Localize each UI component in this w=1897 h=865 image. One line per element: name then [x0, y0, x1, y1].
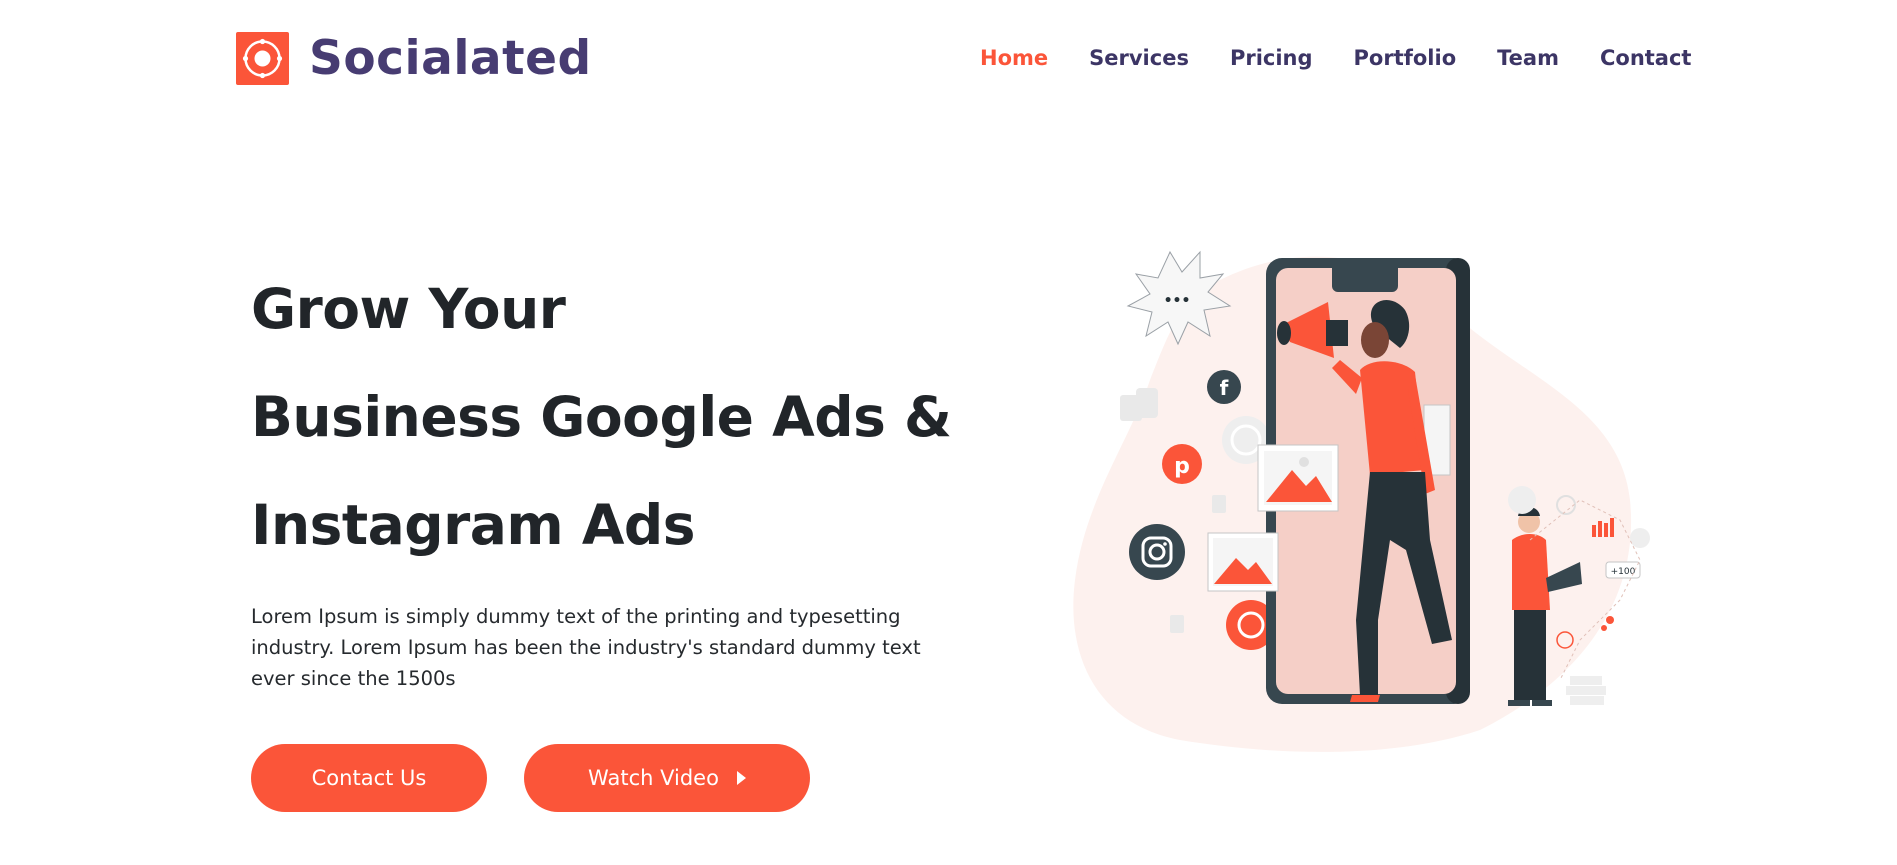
watch-video-button[interactable]: Watch Video — [524, 744, 810, 812]
hero-title-line: Business Google Ads & — [251, 385, 952, 449]
nav-item-pricing[interactable]: Pricing — [1230, 44, 1313, 72]
nav-item-portfolio[interactable]: Portfolio — [1354, 44, 1457, 72]
landing-page: Socialated Home Services Pricing Portfol… — [0, 0, 1897, 865]
pinterest-icon: p — [1162, 444, 1202, 484]
contact-us-button[interactable]: Contact Us — [251, 744, 487, 812]
hero-title-line: Instagram Ads — [251, 493, 696, 557]
image-card-icon — [1257, 444, 1339, 512]
svg-text:f: f — [1220, 376, 1229, 400]
nav-item-contact[interactable]: Contact — [1600, 44, 1692, 72]
nav-item-home[interactable]: Home — [980, 44, 1048, 72]
nav-item-team[interactable]: Team — [1497, 44, 1559, 72]
facebook-icon: f — [1207, 370, 1241, 404]
speech-bubble-text: ••• — [1164, 293, 1191, 309]
dot-icon — [1606, 616, 1614, 624]
dot-icon — [1601, 625, 1607, 631]
brand-name: Socialated — [309, 31, 592, 86]
instagram-icon — [1129, 524, 1185, 580]
play-icon — [736, 771, 746, 785]
image-card-icon — [1207, 532, 1279, 592]
brand-logo[interactable]: Socialated — [236, 32, 592, 85]
main-nav: Home Services Pricing Portfolio Team Con… — [980, 44, 1691, 72]
svg-text:p: p — [1174, 454, 1190, 479]
nav-item-services[interactable]: Services — [1089, 44, 1189, 72]
emoji-icon — [1508, 486, 1536, 514]
hero-description: Lorem Ipsum is simply dummy text of the … — [251, 605, 921, 690]
watch-video-label: Watch Video — [588, 766, 719, 790]
contact-us-label: Contact Us — [311, 766, 427, 790]
document-stack-icon — [1566, 676, 1606, 705]
hero-title: Grow Your Business Google Ads & Instagra… — [251, 255, 952, 579]
gear-icon — [1630, 528, 1650, 548]
hero-title-line: Grow Your — [251, 277, 566, 341]
hero-illustration: ••• f p +100 — [1060, 240, 1660, 760]
target-circle-icon — [236, 32, 289, 85]
